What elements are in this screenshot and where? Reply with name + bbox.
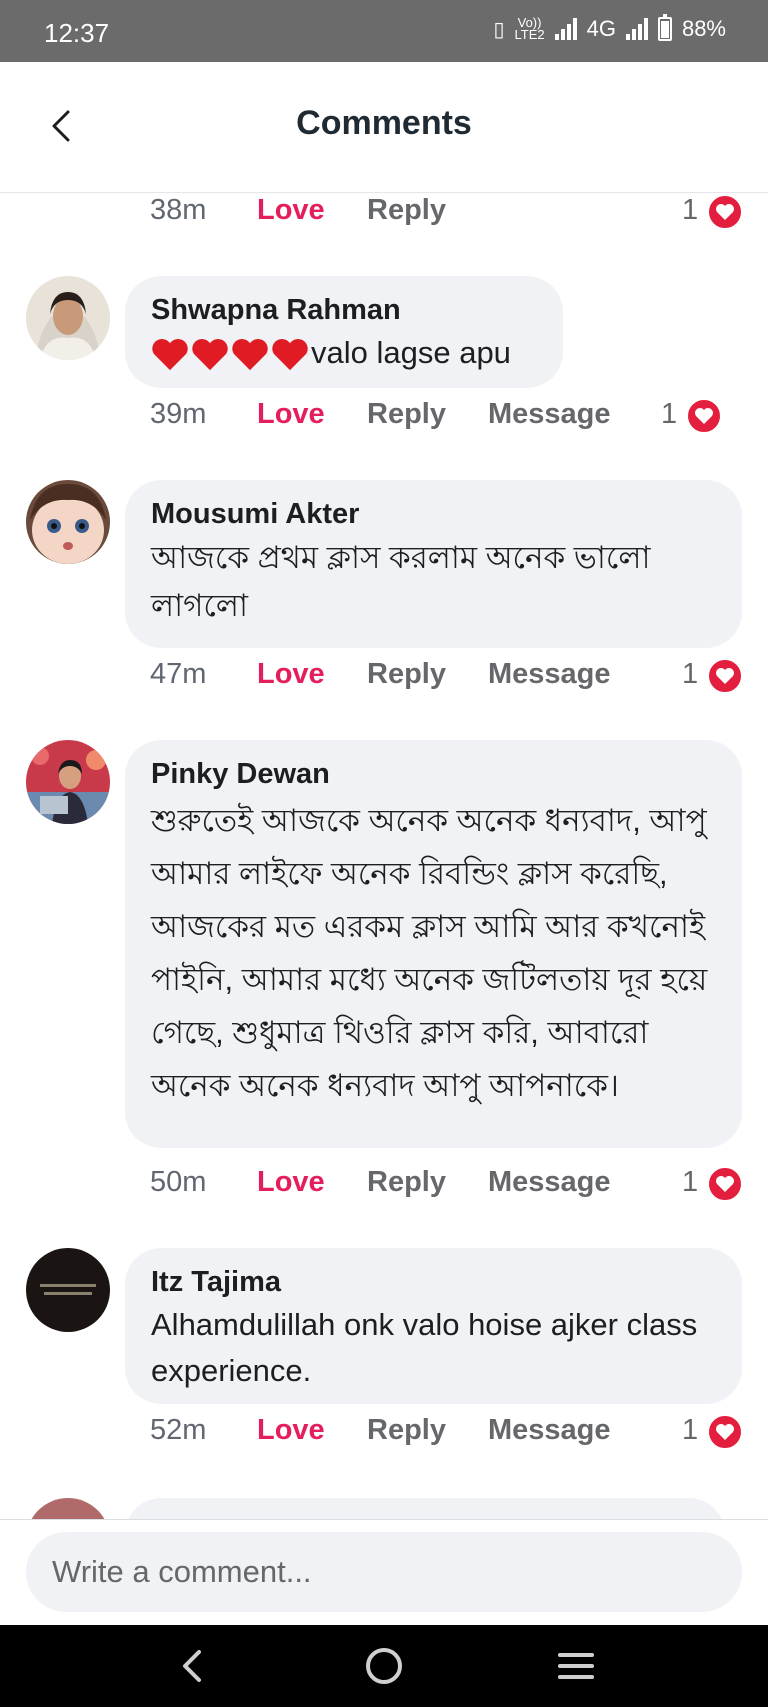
comment-text: valo lagse apu	[151, 330, 537, 376]
volte-icon: Vo)) LTE2	[514, 15, 545, 42]
love-reaction-icon[interactable]	[707, 658, 743, 694]
comment-text: শুরুতেই আজকে অনেক অনেক ধন্যবাদ, আপু আমার…	[151, 803, 708, 1103]
system-nav-bar	[0, 1625, 768, 1707]
love-reaction-icon[interactable]	[707, 194, 743, 230]
nav-home-icon	[366, 1648, 402, 1684]
comment-author[interactable]: Mousumi Akter	[151, 494, 716, 534]
reaction-count: 1	[682, 194, 699, 226]
avatar[interactable]	[26, 1498, 110, 1520]
comment-actions: 39m Love Reply Message	[150, 398, 740, 438]
reply-button[interactable]: Reply	[367, 398, 446, 431]
comment-text: Alhamdulillah onk valo hoise ajker class…	[151, 1307, 698, 1388]
comment-bubble[interactable]: Itz Tajima Alhamdulillah onk valo hoise …	[125, 1248, 742, 1404]
comment-time: 52m	[150, 1414, 207, 1446]
comment-author[interactable]: Itz Tajima	[151, 1262, 716, 1302]
comment-actions: 47m Love Reply Message	[150, 658, 740, 698]
reply-button[interactable]: Reply	[367, 1414, 446, 1447]
heart-emoji-icons	[151, 338, 309, 372]
battery-level: 88%	[681, 16, 726, 41]
reply-button[interactable]: Reply	[367, 658, 446, 691]
nav-home-button[interactable]	[359, 1643, 409, 1689]
comment-author[interactable]: Shwapna Rahman	[151, 290, 537, 330]
love-button[interactable]: Love	[257, 1166, 325, 1199]
avatar-mousumi-icon	[26, 480, 110, 564]
status-bar: 12:37 ▯ Vo)) LTE2 4G 88%	[0, 0, 768, 62]
avatar-shwapna-icon	[26, 276, 110, 360]
nav-back-button[interactable]	[167, 1643, 217, 1689]
status-icons: ▯ Vo)) LTE2 4G 88%	[493, 14, 726, 42]
message-button[interactable]: Message	[488, 1166, 611, 1199]
love-reaction-icon[interactable]	[707, 1166, 743, 1202]
comment-time: 50m	[150, 1166, 207, 1198]
comment-time: 39m	[150, 398, 207, 430]
comment-time: 47m	[150, 658, 207, 690]
network-type: 4G	[586, 16, 616, 41]
comment-list[interactable]: 38m Love Reply 1 Shwapna Rahman valo lag…	[0, 192, 768, 1520]
comment-input[interactable]	[26, 1532, 742, 1612]
avatar[interactable]	[26, 1248, 110, 1332]
message-button[interactable]: Message	[488, 658, 611, 691]
love-button[interactable]: Love	[257, 194, 325, 227]
signal-2-icon	[625, 18, 648, 40]
love-reaction-icon[interactable]	[707, 1414, 743, 1450]
love-reaction-icon[interactable]	[686, 398, 722, 434]
comment-actions: 50m Love Reply Message	[150, 1166, 740, 1206]
reaction-count: 1	[661, 398, 678, 430]
comment-text: আজকে প্রথম ক্লাস করলাম অনেক ভালো লাগলো	[151, 540, 651, 623]
header: Comments	[0, 62, 768, 193]
avatar-pinky-icon	[26, 740, 110, 824]
status-time: 12:37	[44, 18, 110, 48]
avatar[interactable]	[26, 740, 110, 824]
message-button[interactable]: Message	[488, 1414, 611, 1447]
comment-actions: 38m Love Reply	[150, 194, 740, 234]
comment-time: 38m	[150, 194, 207, 226]
comment-bubble[interactable]: Shwapna Rahman valo lagse apu	[125, 276, 563, 388]
reply-button[interactable]: Reply	[367, 1166, 446, 1199]
nav-back-icon	[183, 1650, 201, 1682]
comment-bubble[interactable]: Mousumi Akter আজকে প্রথম ক্লাস করলাম অনে…	[125, 480, 742, 648]
reply-button[interactable]: Reply	[367, 194, 446, 227]
avatar-tajima-icon	[26, 1248, 110, 1332]
love-button[interactable]: Love	[257, 658, 325, 691]
reaction-count: 1	[682, 1166, 699, 1198]
nav-recents-button[interactable]	[551, 1643, 601, 1689]
comment-bubble[interactable]: Pinky Dewan শুরুতেই আজকে অনেক অনেক ধন্যব…	[125, 740, 742, 1148]
battery-icon	[657, 14, 672, 41]
nav-recents-icon	[558, 1653, 594, 1679]
comment-actions: 52m Love Reply Message	[150, 1414, 740, 1454]
avatar[interactable]	[26, 276, 110, 360]
signal-icon	[554, 18, 577, 40]
love-button[interactable]: Love	[257, 1414, 325, 1447]
reaction-count: 1	[682, 1414, 699, 1446]
reaction-count: 1	[682, 658, 699, 690]
message-button[interactable]: Message	[488, 398, 611, 431]
page-title: Comments	[296, 104, 472, 142]
avatar[interactable]	[26, 480, 110, 564]
comment-bubble[interactable]	[125, 1498, 725, 1520]
comment-composer	[0, 1519, 768, 1626]
comment-author[interactable]: Pinky Dewan	[151, 754, 716, 794]
love-button[interactable]: Love	[257, 398, 325, 431]
vibrate-icon: ▯	[493, 18, 505, 41]
